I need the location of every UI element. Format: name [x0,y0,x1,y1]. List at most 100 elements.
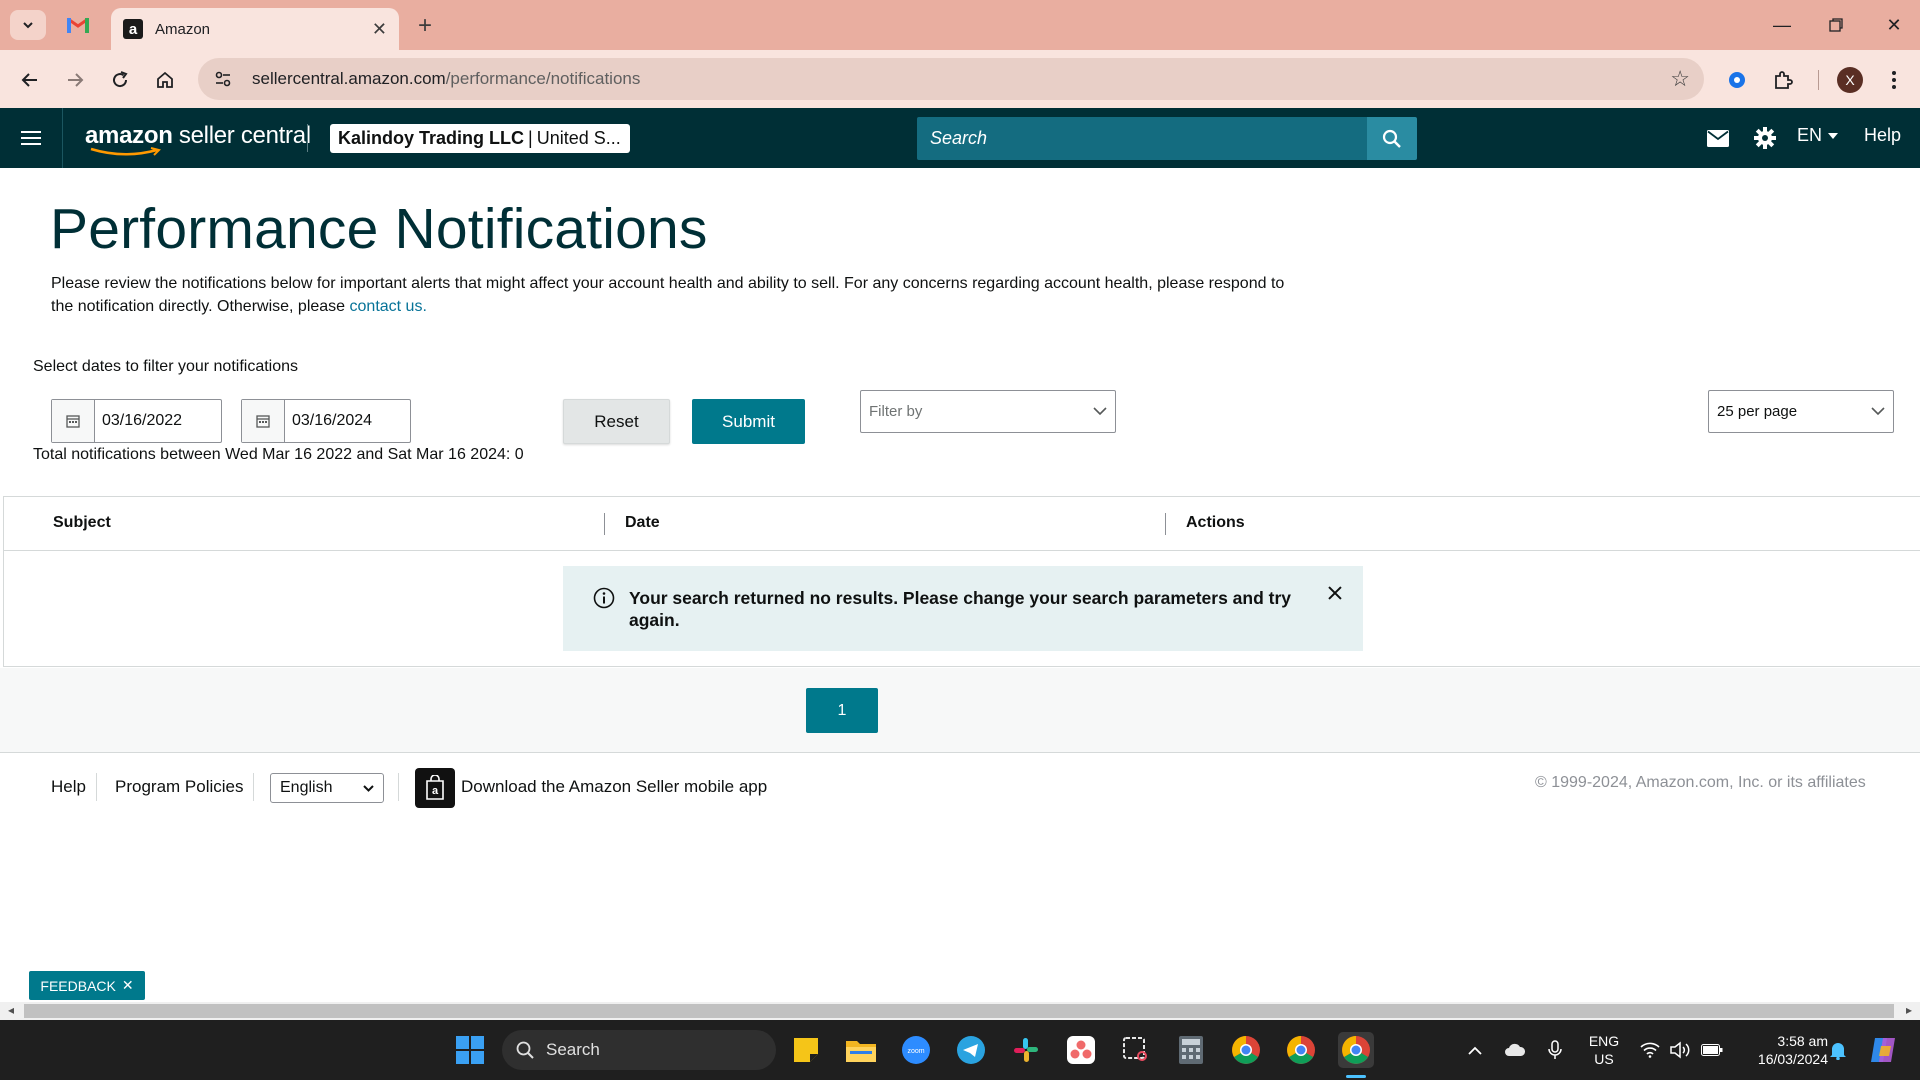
folder-icon [846,1041,876,1062]
close-icon[interactable]: ✕ [122,977,134,994]
column-subject[interactable]: Subject [53,514,111,532]
header-search-input[interactable]: Search [917,117,1367,160]
search-icon [516,1041,534,1059]
reload-button[interactable] [103,63,137,97]
close-window-button[interactable]: ✕ [1874,10,1914,40]
scroll-left-icon[interactable]: ◂ [8,1003,14,1017]
telegram-icon [957,1036,985,1064]
page-button-current[interactable]: 1 [806,688,878,733]
wifi-icon [1640,1042,1660,1058]
close-tab-icon[interactable]: ✕ [372,19,387,40]
start-date-value[interactable]: 03/16/2022 [95,400,221,442]
browser-menu-button[interactable] [1877,63,1911,97]
microphone-tray[interactable] [1537,1032,1573,1068]
info-icon [593,587,615,609]
gmail-icon [67,17,89,33]
calculator-icon [1179,1036,1203,1064]
seller-app-icon[interactable]: a [415,768,455,808]
amazon-favicon-icon: a [123,19,143,39]
program-policies-link[interactable]: Program Policies [115,777,244,797]
seller-central-logo[interactable]: amazon seller central [85,122,311,156]
file-explorer-app[interactable] [843,1032,879,1068]
chrome-app-1[interactable] [1228,1032,1264,1068]
tray-overflow-button[interactable] [1457,1032,1493,1068]
feedback-button[interactable]: FEEDBACK ✕ [29,971,145,1000]
tab-search-button[interactable] [10,10,46,40]
windows-taskbar: Search zoom ENG US 3:58 am 16/03/2024 [0,1020,1920,1080]
arrow-left-icon [21,73,37,87]
scrollbar-thumb[interactable] [24,1004,1894,1018]
start-button[interactable] [452,1032,488,1068]
url-text[interactable]: sellercentral.amazon.com/performance/not… [252,69,1670,89]
submit-button[interactable]: Submit [692,399,805,444]
reset-button[interactable]: Reset [563,399,670,444]
calculator-app[interactable] [1173,1032,1209,1068]
tab-amazon[interactable]: a Amazon ✕ [111,8,399,50]
contact-us-link[interactable]: contact us. [350,298,427,315]
forward-button[interactable] [58,63,92,97]
filter-by-select[interactable]: Filter by [860,390,1116,433]
profile-button[interactable]: X [1833,63,1867,97]
svg-text:a: a [432,785,439,797]
footer-language-select[interactable]: English [270,773,384,803]
bookmark-star-icon[interactable]: ☆ [1670,66,1690,92]
minimize-button[interactable]: — [1762,10,1802,40]
header-search-button[interactable] [1367,117,1417,160]
messages-button[interactable] [1703,122,1733,154]
snipping-tool-app[interactable] [1118,1032,1154,1068]
toolbar-divider [1818,70,1819,90]
taskbar-search[interactable]: Search [502,1030,776,1070]
chrome-app-active[interactable] [1338,1032,1374,1068]
horizontal-scrollbar[interactable]: ◂ ▸ [0,1002,1920,1020]
calendar-icon[interactable] [52,400,95,442]
end-date-value[interactable]: 03/16/2024 [285,400,410,442]
address-bar[interactable]: sellercentral.amazon.com/performance/not… [198,58,1704,100]
notifications-button[interactable] [1820,1032,1856,1068]
sticky-notes-app[interactable] [788,1032,824,1068]
close-icon[interactable] [1327,585,1343,601]
gmail-pinned-tab[interactable] [60,12,96,38]
download-app-link[interactable]: Download the Amazon Seller mobile app [461,777,767,797]
chrome-icon [1287,1036,1315,1064]
asana-app[interactable] [1063,1032,1099,1068]
settings-button[interactable] [1750,122,1780,154]
site-settings-icon[interactable] [212,68,234,90]
main-menu-button[interactable] [0,108,63,168]
column-date[interactable]: Date [625,514,660,532]
copilot-button[interactable] [1866,1032,1902,1068]
header-divider [307,124,308,152]
battery-tray[interactable] [1694,1032,1730,1068]
footer-divider [398,773,399,801]
start-date-field[interactable]: 03/16/2022 [51,399,222,443]
header-help-link[interactable]: Help [1864,125,1901,146]
chrome-app-2[interactable] [1283,1032,1319,1068]
end-date-field[interactable]: 03/16/2024 [241,399,411,443]
asana-icon [1067,1036,1095,1064]
per-page-select[interactable]: 25 per page [1708,390,1894,433]
scroll-right-icon[interactable]: ▸ [1906,1003,1912,1017]
chevron-up-icon [1468,1046,1482,1055]
clock[interactable]: 3:58 am 16/03/2024 [1738,1032,1828,1068]
column-divider [1165,513,1166,535]
puzzle-icon [1775,71,1793,89]
onedrive-tray[interactable] [1497,1032,1533,1068]
language-switcher[interactable]: EN [1797,125,1839,146]
chevron-down-icon [363,784,374,792]
calendar-icon[interactable] [242,400,285,442]
extensions-button[interactable] [1766,63,1800,97]
account-switcher[interactable]: Kalindoy Trading LLC | United S... [330,124,630,153]
sticky-notes-icon [794,1038,818,1062]
extension-icon-button[interactable] [1720,63,1754,97]
input-language-indicator[interactable]: ENG US [1584,1032,1624,1068]
footer-help-link[interactable]: Help [51,777,86,797]
home-button[interactable] [148,63,182,97]
new-tab-button[interactable]: + [410,11,440,41]
slack-app[interactable] [1008,1032,1044,1068]
column-actions[interactable]: Actions [1186,514,1245,532]
amazon-smile-icon [90,147,161,156]
telegram-app[interactable] [953,1032,989,1068]
zoom-app[interactable]: zoom [898,1032,934,1068]
back-button[interactable] [13,63,47,97]
cloud-icon [1505,1043,1526,1056]
restore-button[interactable] [1816,10,1856,40]
